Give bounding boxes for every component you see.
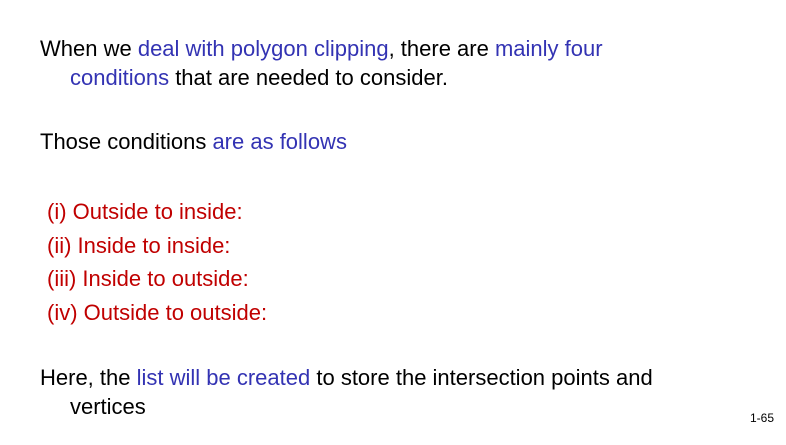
list-highlight: list will be created <box>136 365 311 390</box>
slide-number: 1-65 <box>749 411 774 425</box>
conditions-intro-text: Those conditions <box>40 129 213 154</box>
list-text-2: to store the intersection points and <box>310 365 653 390</box>
intro-text-2: , there are <box>388 36 495 61</box>
list-text-1: Here, the <box>40 365 137 390</box>
intro-highlight-3: conditions <box>70 65 170 90</box>
conditions-intro-highlight: are as follows <box>212 129 347 154</box>
intro-highlight-1: deal with polygon clipping <box>137 36 389 61</box>
intro-highlight-2: mainly four <box>494 36 603 61</box>
conditions-intro-paragraph: Those conditions are as follows <box>40 127 347 156</box>
conditions-list: (i) Outside to inside: (ii) Inside to in… <box>47 195 267 329</box>
condition-item-outside-to-outside: (iv) Outside to outside: <box>47 299 268 325</box>
condition-item-inside-to-outside: (iii) Inside to outside: <box>47 266 249 291</box>
list-paragraph: Here, the list will be created to store … <box>40 363 760 421</box>
intro-continuation: conditions that are needed to consider. <box>40 63 760 92</box>
list-continuation: vertices <box>70 394 146 419</box>
condition-item-outside-to-inside: (i) Outside to inside: <box>47 199 243 224</box>
condition-item-inside-to-inside: (ii) Inside to inside: <box>47 232 231 258</box>
intro-paragraph: When we deal with polygon clipping, ther… <box>40 34 760 92</box>
intro-text-3: that are needed to consider. <box>169 65 448 90</box>
intro-text-1: When we <box>40 36 138 61</box>
